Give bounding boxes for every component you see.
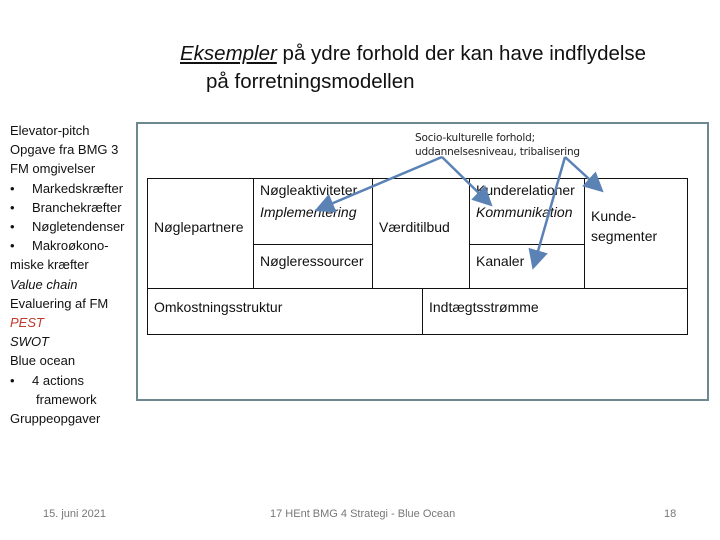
title-emphasis: Eksempler xyxy=(180,42,277,65)
agenda-item: framework xyxy=(36,391,97,407)
agenda-item: Opgave fra BMG 3 xyxy=(10,142,119,158)
cell-channels: Kanaler xyxy=(469,244,585,289)
cell-revenue-streams: Indtægtsstrømme xyxy=(422,288,688,335)
agenda-item: miske kræfter xyxy=(10,257,89,273)
annotation-text: Socio-kulturelle forhold; uddannelsesniv… xyxy=(415,131,580,159)
agenda-item: Evaluering af FM xyxy=(10,295,109,311)
agenda-item-pest: PEST xyxy=(10,315,44,331)
cell-cost-structure: Omkostningsstruktur xyxy=(147,288,423,335)
cell-value-proposition: Værditilbud xyxy=(372,178,470,289)
agenda-bullet-item: 4 actions xyxy=(10,371,150,390)
title-line1: på ydre forhold der kan have indflydelse xyxy=(276,42,647,65)
agenda-item: Blue ocean xyxy=(10,353,76,369)
agenda-list: Elevator-pitch Opgave fra BMG 3 FM omgiv… xyxy=(10,121,150,428)
cell-key-resources: Nøgleressourcer xyxy=(253,244,373,289)
agenda-bullet-item: Makroøkono- xyxy=(10,236,150,255)
cell-key-activities: Nøgleaktiviteter Implementering xyxy=(253,178,373,245)
annotation-line1: Socio-kulturelle forhold; xyxy=(415,132,535,144)
footer-date: 15. juni 2021 xyxy=(43,508,106,520)
agenda-bullet-item: Nøgletendenser xyxy=(10,217,150,236)
slide-title: Eksempler på ydre forhold der kan have i… xyxy=(180,40,700,96)
cell-customer-relationships: Kunderelationer Kommunikation xyxy=(469,178,585,245)
footer-course: 17 HEnt BMG 4 Strategi - Blue Ocean xyxy=(270,508,456,520)
agenda-bullet-item: Markedskræfter xyxy=(10,179,150,198)
cell-key-partners: Nøglepartnere xyxy=(147,178,254,289)
footer-page-number: 18 xyxy=(664,508,677,520)
agenda-item: Gruppeopgaver xyxy=(10,411,101,427)
annotation-line2: uddannelsesniveau, tribalisering xyxy=(415,146,580,158)
agenda-bullet-item: Branchekræfter xyxy=(10,198,150,217)
agenda-item: Elevator-pitch xyxy=(10,123,90,138)
title-line2: på forretningsmodellen xyxy=(206,70,415,93)
agenda-item: FM omgivelser xyxy=(10,161,96,177)
cell-customer-segments: Kunde- segmenter xyxy=(584,178,688,289)
agenda-item: SWOT xyxy=(10,334,49,350)
agenda-item: Value chain xyxy=(10,276,78,292)
